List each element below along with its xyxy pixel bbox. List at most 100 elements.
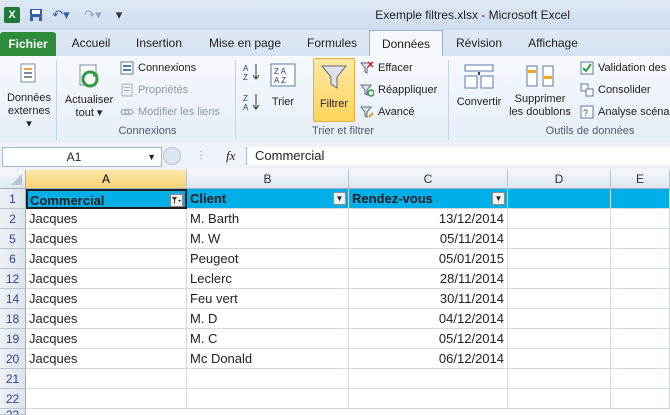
cell-empty[interactable]	[187, 369, 349, 389]
tab-page-layout[interactable]: Mise en page	[200, 30, 290, 56]
row-header[interactable]: 12	[0, 269, 26, 289]
cell-date[interactable]: 04/12/2014	[349, 309, 508, 329]
filter-dropdown-icon[interactable]: ▼	[333, 192, 346, 205]
cell-client[interactable]: M. Barth	[187, 209, 349, 229]
cell-client[interactable]: M. W	[187, 229, 349, 249]
properties-button[interactable]: Propriétés	[120, 81, 188, 99]
advanced-filter-button[interactable]: Avancé	[360, 103, 415, 121]
tab-file[interactable]: Fichier	[0, 32, 56, 56]
remove-duplicates-button[interactable]: Supprimer les doublons	[507, 60, 573, 122]
connections-button[interactable]: Connexions	[120, 59, 196, 77]
row-header[interactable]: 23	[0, 409, 26, 415]
row-header[interactable]: 19	[0, 329, 26, 349]
cell-empty[interactable]	[508, 389, 611, 409]
cell-empty[interactable]	[187, 389, 349, 409]
reapply-button[interactable]: Réappliquer	[360, 81, 437, 99]
cell-empty[interactable]	[508, 229, 611, 249]
header-cell-commercial[interactable]: Commercial	[26, 189, 187, 209]
cell-date[interactable]: 30/11/2014	[349, 289, 508, 309]
data-validation-button[interactable]: Validation des	[580, 59, 666, 77]
cell-empty[interactable]	[349, 389, 508, 409]
cell-empty[interactable]	[508, 329, 611, 349]
name-box-dropdown-icon[interactable]: ▼	[147, 148, 156, 166]
cell-client[interactable]: M. C	[187, 329, 349, 349]
cell-date[interactable]: 05/12/2014	[349, 329, 508, 349]
cell-empty[interactable]	[508, 209, 611, 229]
cell-empty[interactable]	[611, 289, 670, 309]
what-if-analysis-button[interactable]: ? Analyse scéna	[580, 103, 670, 121]
cell-empty[interactable]	[508, 249, 611, 269]
row-header[interactable]: 21	[0, 369, 26, 389]
cell-client[interactable]: Leclerc	[187, 269, 349, 289]
filter-button[interactable]: Filtrer	[313, 58, 355, 122]
row-header[interactable]: 20	[0, 349, 26, 369]
cell-empty[interactable]	[26, 369, 187, 389]
cell-empty[interactable]	[508, 349, 611, 369]
header-cell-empty[interactable]	[611, 189, 670, 209]
cell-empty[interactable]	[508, 289, 611, 309]
row-header[interactable]: 5	[0, 229, 26, 249]
row-header[interactable]: 2	[0, 209, 26, 229]
row-header[interactable]: 6	[0, 249, 26, 269]
cell-commercial[interactable]: Jacques	[26, 269, 187, 289]
cell-commercial[interactable]: Jacques	[26, 289, 187, 309]
tab-review[interactable]: Révision	[448, 30, 510, 56]
formula-bar-toggle-icon[interactable]	[163, 147, 181, 165]
cell-empty[interactable]	[611, 329, 670, 349]
sort-az-icon[interactable]: AZ	[243, 62, 263, 82]
column-header-d[interactable]: D	[508, 170, 611, 189]
cell-date[interactable]: 05/01/2015	[349, 249, 508, 269]
cell-client[interactable]: Peugeot	[187, 249, 349, 269]
text-to-columns-button[interactable]: Convertir	[452, 60, 506, 122]
cell-empty[interactable]	[611, 389, 670, 409]
tab-insert[interactable]: Insertion	[128, 30, 190, 56]
row-header[interactable]: 1	[0, 189, 26, 209]
edit-links-button[interactable]: Modifier les liens	[120, 103, 220, 121]
cell-date[interactable]: 06/12/2014	[349, 349, 508, 369]
cell-commercial[interactable]: Jacques	[26, 329, 187, 349]
cell-empty[interactable]	[508, 269, 611, 289]
cell-commercial[interactable]: Jacques	[26, 229, 187, 249]
cell-empty[interactable]	[26, 389, 187, 409]
external-data-button[interactable]: Données externes ▾	[6, 60, 52, 130]
row-header[interactable]: 18	[0, 309, 26, 329]
column-header-c[interactable]: C	[349, 170, 508, 189]
cell-empty[interactable]	[611, 309, 670, 329]
cell-date[interactable]: 05/11/2014	[349, 229, 508, 249]
cell-commercial[interactable]: Jacques	[26, 309, 187, 329]
column-header-b[interactable]: B	[187, 170, 349, 189]
cell-empty[interactable]	[611, 269, 670, 289]
column-header-a[interactable]: A	[26, 170, 187, 189]
sort-button[interactable]: Z AA Z Trier	[266, 60, 300, 122]
cell-empty[interactable]	[611, 209, 670, 229]
tab-view[interactable]: Affichage	[518, 30, 588, 56]
filter-active-dropdown-icon[interactable]	[170, 194, 183, 207]
cell-date[interactable]: 28/11/2014	[349, 269, 508, 289]
refresh-all-button[interactable]: Actualiser tout ▾	[62, 60, 116, 122]
cell-empty[interactable]	[508, 309, 611, 329]
header-cell-client[interactable]: Client ▼	[187, 189, 349, 209]
name-box[interactable]: A1 ▼	[2, 147, 162, 167]
header-cell-empty[interactable]	[508, 189, 611, 209]
cell-client[interactable]: Feu vert	[187, 289, 349, 309]
consolidate-button[interactable]: Consolider	[580, 81, 651, 99]
cell-client[interactable]: M. D	[187, 309, 349, 329]
cell-commercial[interactable]: Jacques	[26, 209, 187, 229]
clear-filter-button[interactable]: Effacer	[360, 59, 413, 77]
row-header[interactable]: 22	[0, 389, 26, 409]
cell-client[interactable]: Mc Donald	[187, 349, 349, 369]
cell-empty[interactable]	[611, 369, 670, 389]
insert-function-icon[interactable]: fx	[226, 147, 242, 165]
cell-commercial[interactable]: Jacques	[26, 349, 187, 369]
tab-data[interactable]: Données	[369, 30, 443, 58]
cell-empty[interactable]	[349, 369, 508, 389]
cell-empty[interactable]	[611, 349, 670, 369]
cell-empty[interactable]	[611, 249, 670, 269]
sort-za-icon[interactable]: ZA	[243, 92, 263, 112]
formula-input[interactable]: Commercial	[246, 147, 670, 165]
header-cell-rendez-vous[interactable]: Rendez-vous ▼	[349, 189, 508, 209]
select-all-button[interactable]	[0, 170, 26, 189]
cell-empty[interactable]	[611, 229, 670, 249]
column-header-e[interactable]: E	[611, 170, 670, 189]
tab-home[interactable]: Accueil	[62, 30, 120, 56]
